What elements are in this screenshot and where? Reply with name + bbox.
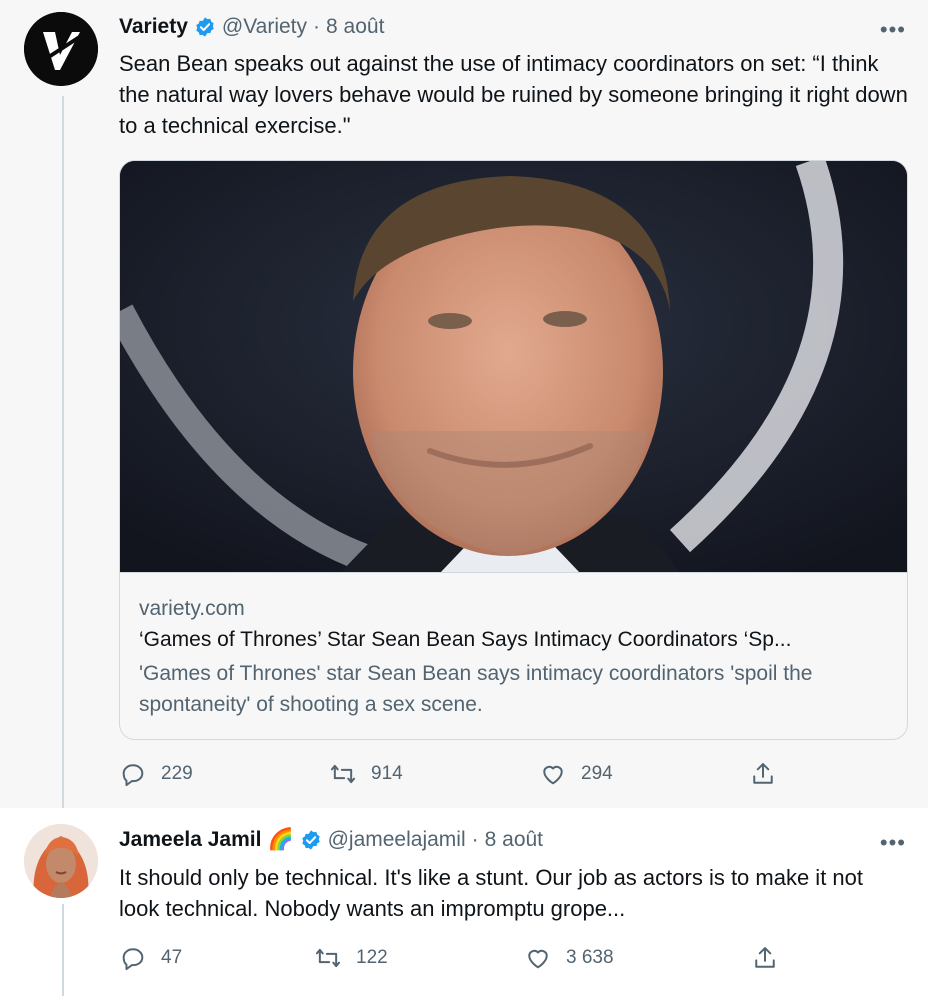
retweet-count: 914 bbox=[371, 763, 403, 784]
more-options-icon[interactable]: ••• bbox=[880, 832, 906, 854]
reply-count: 47 bbox=[161, 947, 183, 968]
sean-bean-photo bbox=[120, 161, 907, 572]
like-button[interactable]: 3 638 bbox=[524, 944, 614, 972]
reply-button[interactable]: 229 bbox=[119, 760, 193, 788]
tweet-actions: 47 122 3 638 bbox=[119, 944, 799, 974]
like-count: 294 bbox=[581, 763, 613, 784]
tweet-date[interactable]: 8 août bbox=[326, 15, 384, 39]
tweet-date[interactable]: 8 août bbox=[485, 828, 543, 852]
heart-icon bbox=[528, 949, 548, 969]
link-card[interactable]: variety.com ‘Games of Thrones’ Star Sean… bbox=[119, 160, 908, 740]
share-button[interactable] bbox=[751, 944, 779, 972]
separator: · bbox=[313, 15, 321, 38]
card-title: ‘Games of Thrones’ Star Sean Bean Says I… bbox=[139, 628, 792, 651]
separator: · bbox=[471, 828, 479, 851]
tweet-actions: 229 914 294 bbox=[119, 760, 799, 790]
author-handle[interactable]: @Variety bbox=[222, 15, 307, 39]
card-image bbox=[120, 161, 907, 573]
tweet-header: Jameela Jamil 🌈 @jameelajamil · 8 août bbox=[119, 828, 543, 852]
reply-button[interactable]: 47 bbox=[119, 944, 182, 972]
tweet-variety[interactable]: Variety @Variety · 8 août ••• Sean Bean … bbox=[0, 0, 928, 808]
tweet-text: Sean Bean speaks out against the use of … bbox=[119, 51, 908, 138]
card-description: 'Games of Thrones' star Sean Bean says i… bbox=[139, 662, 813, 716]
share-icon bbox=[755, 947, 775, 968]
retweet-icon bbox=[315, 948, 341, 968]
more-options-icon[interactable]: ••• bbox=[880, 19, 906, 41]
tweet-text: It should only be technical. It's like a… bbox=[119, 865, 864, 921]
avatar-jameela-jamil[interactable] bbox=[24, 824, 98, 898]
heart-icon bbox=[543, 765, 563, 785]
author-handle[interactable]: @jameelajamil bbox=[328, 828, 466, 852]
rainbow-emoji: 🌈 bbox=[267, 828, 294, 851]
avatar-variety[interactable] bbox=[24, 12, 98, 86]
like-button[interactable]: 294 bbox=[539, 760, 613, 788]
share-button[interactable] bbox=[749, 760, 777, 788]
profile-photo bbox=[24, 824, 98, 898]
card-domain: variety.com bbox=[139, 597, 245, 620]
thread-line bbox=[62, 904, 64, 996]
retweet-icon bbox=[330, 764, 356, 784]
author-name[interactable]: Jameela Jamil bbox=[119, 828, 261, 852]
retweet-button[interactable]: 122 bbox=[314, 944, 388, 972]
reply-icon bbox=[122, 948, 144, 971]
reply-count: 229 bbox=[161, 763, 193, 784]
thread-line bbox=[62, 96, 64, 808]
reply-icon bbox=[122, 764, 144, 787]
author-name[interactable]: Variety bbox=[119, 15, 188, 39]
variety-logo-icon bbox=[24, 12, 98, 86]
like-count: 3 638 bbox=[566, 947, 614, 968]
retweet-count: 122 bbox=[356, 947, 388, 968]
tweet-header: Variety @Variety · 8 août bbox=[119, 15, 384, 39]
retweet-button[interactable]: 914 bbox=[329, 760, 403, 788]
verified-badge-icon bbox=[196, 17, 214, 37]
share-icon bbox=[753, 763, 773, 784]
verified-badge-icon bbox=[301, 830, 320, 850]
tweet-jameela-jamil[interactable]: Jameela Jamil 🌈 @jameelajamil · 8 août •… bbox=[0, 808, 928, 996]
